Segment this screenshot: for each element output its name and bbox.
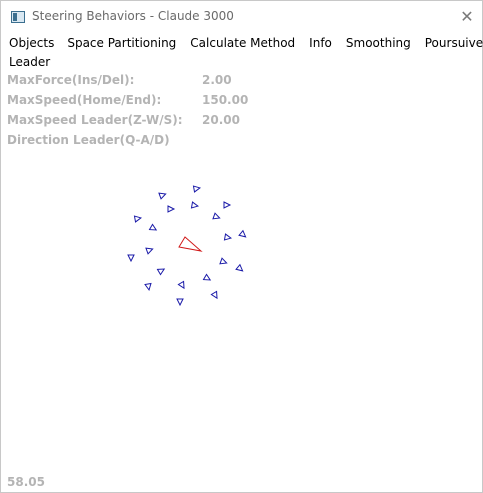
menu-space-partitioning[interactable]: Space Partitioning [54, 36, 176, 50]
follower-agent [210, 290, 218, 300]
follower-agent [235, 263, 244, 272]
follower-agent [158, 192, 167, 200]
follower-agent [127, 254, 135, 263]
follower-agent [144, 282, 152, 292]
menu-bar: Objects Space Partitioning Calculate Met… [1, 33, 483, 72]
menu-info[interactable]: Info [295, 36, 332, 50]
menu-bar-row-2: Leader [1, 52, 482, 71]
simulation-canvas[interactable]: MaxForce(Ins/Del): 2.00 MaxSpeed(Home/En… [1, 71, 482, 492]
leader-agent [178, 236, 203, 252]
app-window: Steering Behaviors - Claude 3000 ✕ Objec… [0, 0, 483, 493]
follower-agent [145, 247, 154, 255]
follower-agent [219, 257, 228, 265]
follower-agent [223, 201, 232, 209]
menu-objects[interactable]: Objects [1, 36, 54, 50]
agent-scene [127, 185, 247, 307]
follower-agent [202, 273, 212, 281]
menu-leader[interactable]: Leader [1, 55, 50, 69]
close-icon[interactable]: ✕ [452, 1, 482, 31]
follower-agent [238, 229, 247, 238]
window-title: Steering Behaviors - Claude 3000 [32, 9, 234, 23]
follower-agent [177, 280, 185, 290]
menu-bar-row-1: Objects Space Partitioning Calculate Met… [1, 33, 483, 52]
follower-agent [212, 212, 221, 220]
follower-agent [190, 201, 200, 209]
menu-calculate-method[interactable]: Calculate Method [176, 36, 295, 50]
follower-agent [223, 233, 233, 241]
menu-smoothing[interactable]: Smoothing [332, 36, 411, 50]
menu-poursuiveurs[interactable]: Poursuiveurs [411, 36, 483, 50]
follower-agent [176, 298, 184, 307]
follower-agent [167, 205, 176, 213]
follower-agents [127, 185, 247, 307]
app-window-icon [11, 11, 25, 23]
follower-agent [156, 268, 166, 276]
fps-counter: 58.05 [7, 475, 45, 489]
follower-agent [192, 185, 202, 193]
title-bar[interactable]: Steering Behaviors - Claude 3000 ✕ [1, 1, 482, 33]
follower-agent [133, 215, 143, 223]
follower-agent [148, 223, 158, 231]
